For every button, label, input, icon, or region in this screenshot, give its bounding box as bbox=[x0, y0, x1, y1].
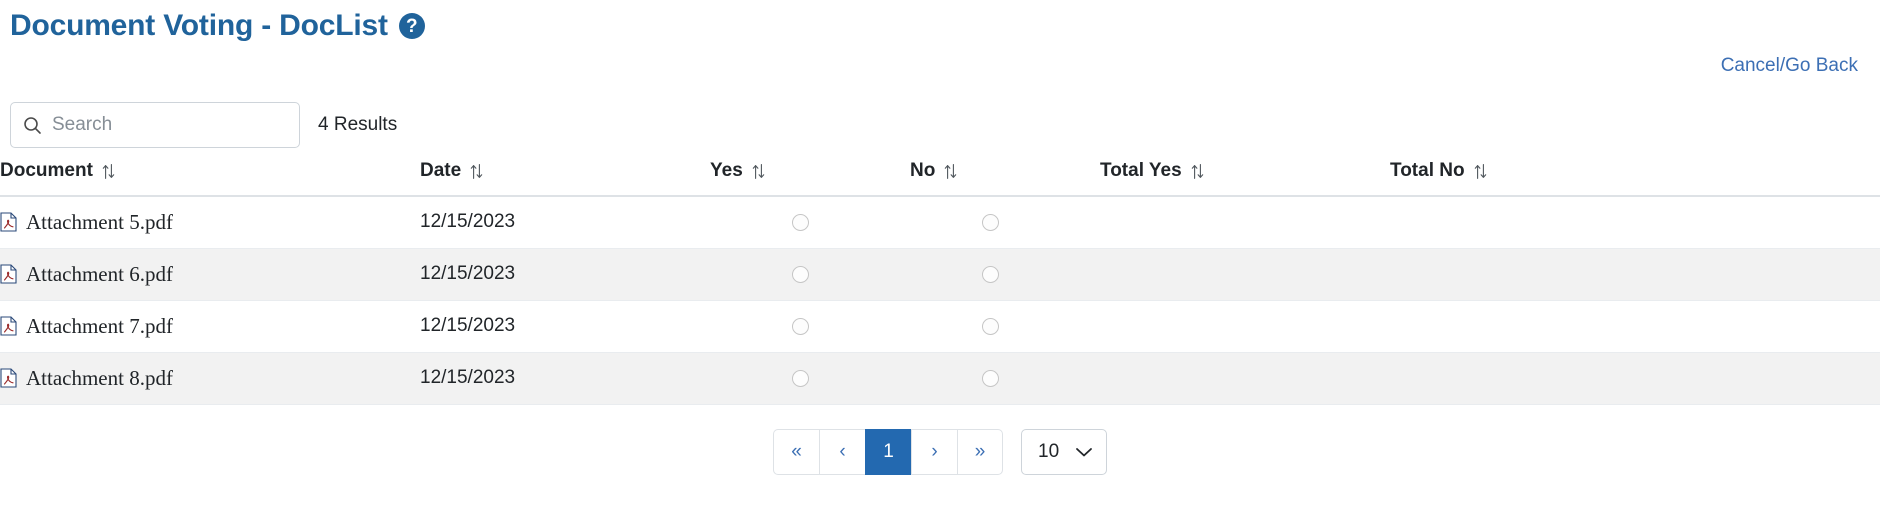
cell-yes bbox=[710, 248, 910, 301]
cancel-go-back-link[interactable]: Cancel/Go Back bbox=[1721, 55, 1858, 77]
page-size-value: 10 bbox=[1038, 440, 1060, 462]
cell-total-no bbox=[1390, 352, 1880, 405]
cell-total-yes bbox=[1100, 248, 1390, 301]
search-input[interactable] bbox=[52, 114, 287, 136]
column-header-total-yes[interactable]: Total Yes bbox=[1100, 160, 1390, 197]
search-box[interactable] bbox=[10, 102, 300, 148]
column-label-total-no: Total No bbox=[1390, 160, 1465, 181]
no-radio[interactable] bbox=[982, 265, 999, 283]
table-row: Attachment 7.pdf 12/15/2023 bbox=[0, 300, 1880, 353]
search-row: 4 Results bbox=[0, 102, 1880, 148]
date-value: 12/15/2023 bbox=[420, 367, 516, 388]
yes-radio[interactable] bbox=[792, 213, 809, 231]
table-row: Attachment 6.pdf 12/15/2023 bbox=[0, 248, 1880, 301]
cell-total-no bbox=[1390, 300, 1880, 353]
pager-buttons: « ‹ 1 › » bbox=[773, 428, 1003, 475]
document-link[interactable]: Attachment 6.pdf bbox=[0, 262, 420, 287]
first-page-button[interactable]: « bbox=[773, 428, 819, 475]
column-header-date[interactable]: Date bbox=[420, 160, 710, 197]
column-header-document[interactable]: Document bbox=[0, 160, 420, 197]
cell-no bbox=[910, 300, 1100, 353]
cell-document: Attachment 6.pdf bbox=[0, 248, 420, 301]
table-header: Document Date Yes No Total Yes Total No bbox=[0, 160, 1880, 197]
cell-total-yes bbox=[1100, 300, 1390, 353]
column-label-document: Document bbox=[0, 160, 93, 181]
column-label-yes: Yes bbox=[710, 160, 743, 181]
no-radio[interactable] bbox=[982, 213, 999, 231]
table-row: Attachment 8.pdf 12/15/2023 bbox=[0, 352, 1880, 405]
column-label-total-yes: Total Yes bbox=[1100, 160, 1182, 181]
date-value: 12/15/2023 bbox=[420, 315, 516, 336]
yes-radio[interactable] bbox=[792, 265, 809, 283]
no-radio[interactable] bbox=[982, 369, 999, 387]
cell-date: 12/15/2023 bbox=[420, 352, 710, 405]
page-title: Document Voting - DocList bbox=[10, 9, 388, 42]
cell-total-no bbox=[1390, 248, 1880, 301]
column-label-date: Date bbox=[420, 160, 462, 181]
pdf-file-icon bbox=[0, 212, 17, 232]
document-name: Attachment 7.pdf bbox=[26, 313, 173, 338]
cell-total-yes bbox=[1100, 196, 1390, 249]
table-body: Attachment 5.pdf 12/15/2023 Attachment 6… bbox=[0, 196, 1880, 405]
yes-radio[interactable] bbox=[792, 369, 809, 387]
pdf-file-icon bbox=[0, 368, 17, 388]
column-label-no: No bbox=[910, 160, 936, 181]
document-link[interactable]: Attachment 8.pdf bbox=[0, 366, 420, 391]
pdf-file-icon bbox=[0, 316, 17, 336]
page-header: Document Voting - DocList ? bbox=[0, 0, 1880, 44]
date-value: 12/15/2023 bbox=[420, 211, 516, 233]
document-link[interactable]: Attachment 7.pdf bbox=[0, 314, 420, 339]
pagination: « ‹ 1 › » 10 bbox=[0, 428, 1880, 475]
sort-updown-icon[interactable] bbox=[944, 163, 957, 180]
cell-total-yes bbox=[1100, 352, 1390, 405]
cell-yes bbox=[710, 300, 910, 353]
question-mark-circle-icon[interactable]: ? bbox=[398, 13, 425, 39]
cell-yes bbox=[710, 196, 910, 249]
search-icon bbox=[23, 116, 42, 135]
sort-updown-icon[interactable] bbox=[752, 163, 765, 180]
yes-radio[interactable] bbox=[792, 317, 809, 335]
sort-updown-icon[interactable] bbox=[470, 163, 483, 180]
date-value: 12/15/2023 bbox=[420, 263, 516, 284]
table-header-row: Document Date Yes No Total Yes Total No bbox=[0, 160, 1880, 197]
column-header-total-no[interactable]: Total No bbox=[1390, 160, 1880, 197]
cell-document: Attachment 5.pdf bbox=[0, 196, 420, 249]
document-name: Attachment 8.pdf bbox=[26, 365, 173, 390]
cell-no bbox=[910, 352, 1100, 405]
document-voting-table: Document Date Yes No Total Yes Total No … bbox=[0, 160, 1880, 405]
pdf-file-icon bbox=[0, 264, 17, 284]
cell-document: Attachment 8.pdf bbox=[0, 352, 420, 405]
results-count: 4 Results bbox=[318, 114, 398, 135]
cell-no bbox=[910, 196, 1100, 249]
sort-updown-icon[interactable] bbox=[102, 163, 115, 180]
last-page-button[interactable]: » bbox=[957, 428, 1003, 475]
document-link[interactable]: Attachment 5.pdf bbox=[0, 210, 420, 235]
cell-no bbox=[910, 248, 1100, 301]
cell-yes bbox=[710, 352, 910, 405]
column-header-yes[interactable]: Yes bbox=[710, 160, 910, 197]
page-button-1[interactable]: 1 bbox=[865, 428, 911, 475]
page-size-select[interactable]: 10 bbox=[1021, 428, 1107, 475]
previous-page-button[interactable]: ‹ bbox=[819, 428, 865, 475]
column-header-no[interactable]: No bbox=[910, 160, 1100, 197]
cell-document: Attachment 7.pdf bbox=[0, 300, 420, 353]
sort-updown-icon[interactable] bbox=[1474, 163, 1487, 180]
cell-date: 12/15/2023 bbox=[420, 196, 710, 249]
cell-date: 12/15/2023 bbox=[420, 300, 710, 353]
document-name: Attachment 5.pdf bbox=[26, 209, 173, 234]
cell-total-no bbox=[1390, 196, 1880, 249]
cell-date: 12/15/2023 bbox=[420, 248, 710, 301]
document-name: Attachment 6.pdf bbox=[26, 261, 173, 286]
chevron-down-icon bbox=[1075, 446, 1093, 458]
table-row: Attachment 5.pdf 12/15/2023 bbox=[0, 196, 1880, 249]
next-page-button[interactable]: › bbox=[911, 428, 957, 475]
sort-updown-icon[interactable] bbox=[1191, 163, 1204, 180]
no-radio[interactable] bbox=[982, 317, 999, 335]
cancel-row: Cancel/Go Back bbox=[0, 44, 1880, 88]
